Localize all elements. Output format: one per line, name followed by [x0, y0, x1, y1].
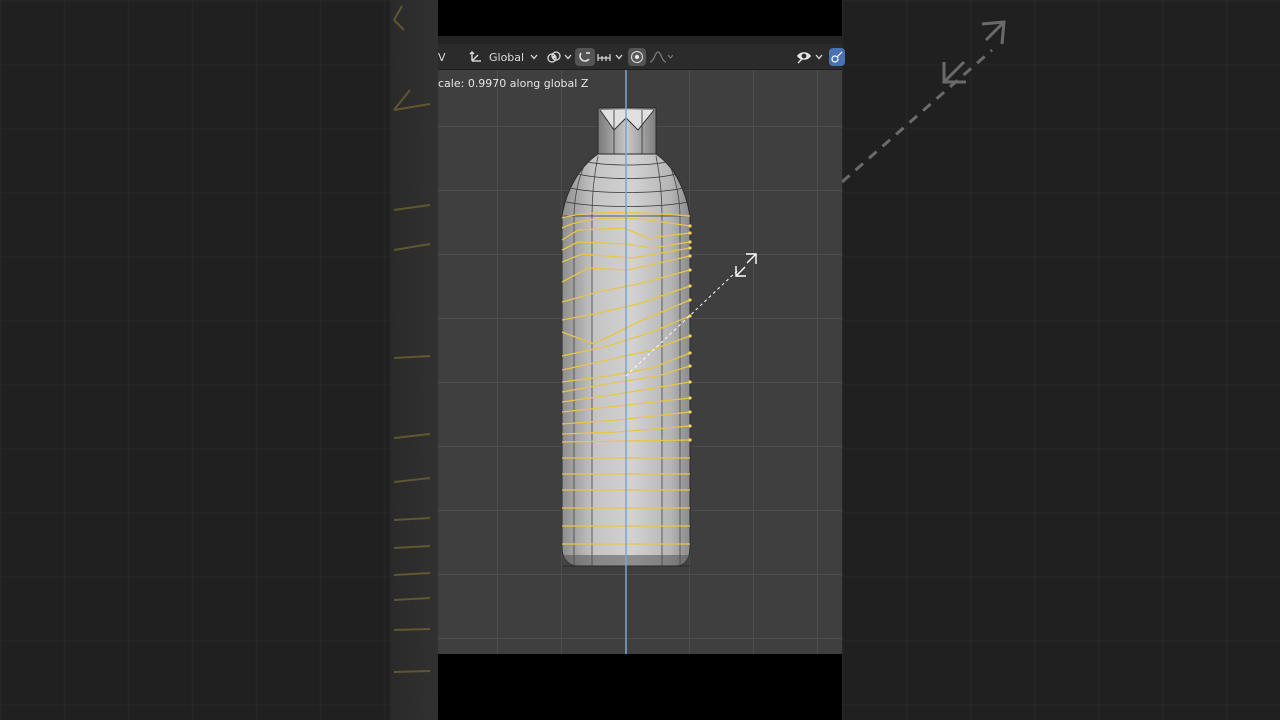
transform-orientation-dropdown[interactable]: Global — [468, 44, 538, 70]
pivot-point-dropdown[interactable] — [546, 44, 572, 70]
snap-magnet-icon — [579, 52, 590, 62]
overlay-toggle-icon — [831, 51, 843, 63]
visibility-dropdown[interactable] — [796, 44, 823, 70]
blurred-scale-arrow — [842, 20, 1006, 184]
transform-orientation-label: Global — [489, 50, 525, 64]
snap-increment-icon — [597, 54, 611, 61]
snap-target-dropdown[interactable] — [596, 44, 623, 70]
chevron-down-icon — [815, 54, 823, 60]
proportional-editing-toggle[interactable] — [628, 44, 646, 70]
video-frame: V Global cale: 0.9970 along global Z — [0, 0, 1280, 720]
select-mode-label: V — [438, 50, 446, 64]
overlay-button[interactable] — [829, 48, 845, 66]
viewport-header: V Global — [438, 44, 845, 70]
chevron-down-icon — [615, 54, 623, 60]
chevron-down-icon — [530, 54, 538, 60]
falloff-dropdown[interactable] — [649, 44, 673, 70]
proportional-editing-icon — [630, 50, 644, 64]
blender-capture: V Global cale: 0.9970 along global Z — [438, 0, 845, 720]
proportional-editing-button[interactable] — [628, 48, 646, 66]
blurred-edge-marks — [393, 5, 431, 673]
chevron-down-icon — [564, 54, 572, 60]
axis-orientation-icon — [469, 51, 481, 62]
pivot-point-icon — [547, 51, 561, 63]
overlay-toggle[interactable] — [829, 44, 845, 70]
3d-viewport[interactable] — [438, 70, 842, 654]
falloff-curve-icon — [649, 51, 673, 63]
select-mode-menu[interactable]: V — [438, 44, 450, 70]
letterbox-bottom — [438, 654, 842, 720]
blurred-background-left — [0, 0, 438, 720]
top-bar-edge — [438, 36, 842, 44]
snap-toggle[interactable] — [575, 44, 595, 70]
viewport-scene — [561, 70, 757, 654]
operator-status-text: cale: 0.9970 along global Z — [438, 77, 589, 90]
snap-button[interactable] — [575, 48, 595, 66]
eye-visibility-icon — [797, 52, 811, 64]
bottle-cap — [597, 107, 657, 155]
scale-cursor-icon — [735, 253, 757, 277]
